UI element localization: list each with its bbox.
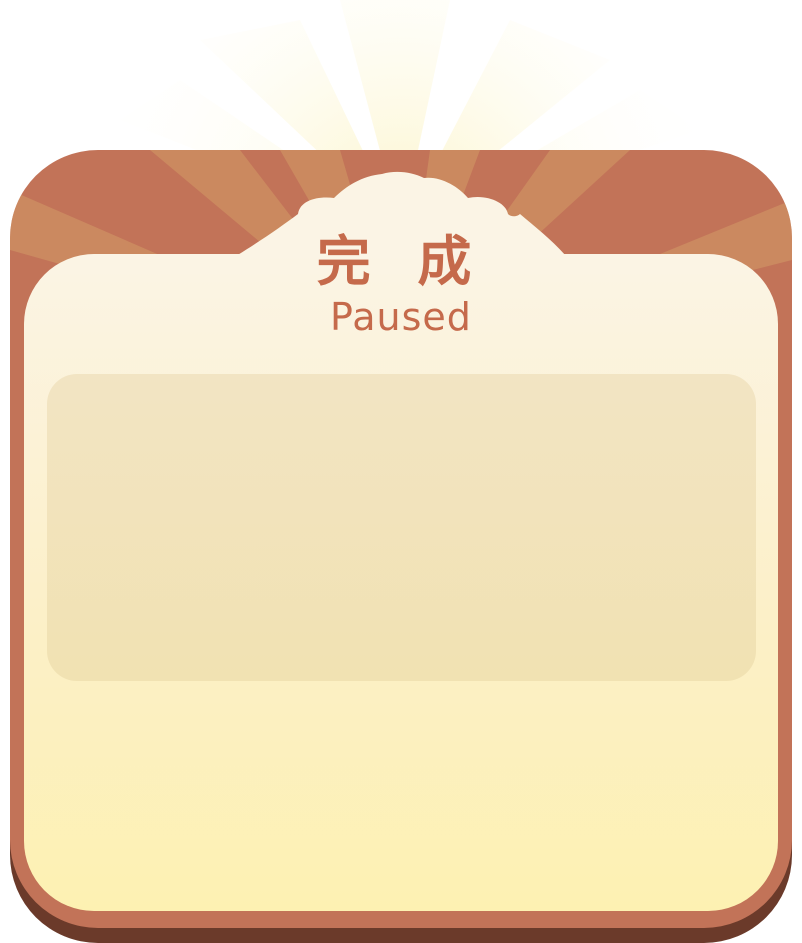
- pause-dialog-stage: 完 成 Paused: [0, 0, 802, 943]
- dialog-title-english: Paused: [330, 295, 472, 339]
- dialog-title-chinese: 完 成: [316, 229, 486, 293]
- dialog-content-area: [47, 374, 756, 681]
